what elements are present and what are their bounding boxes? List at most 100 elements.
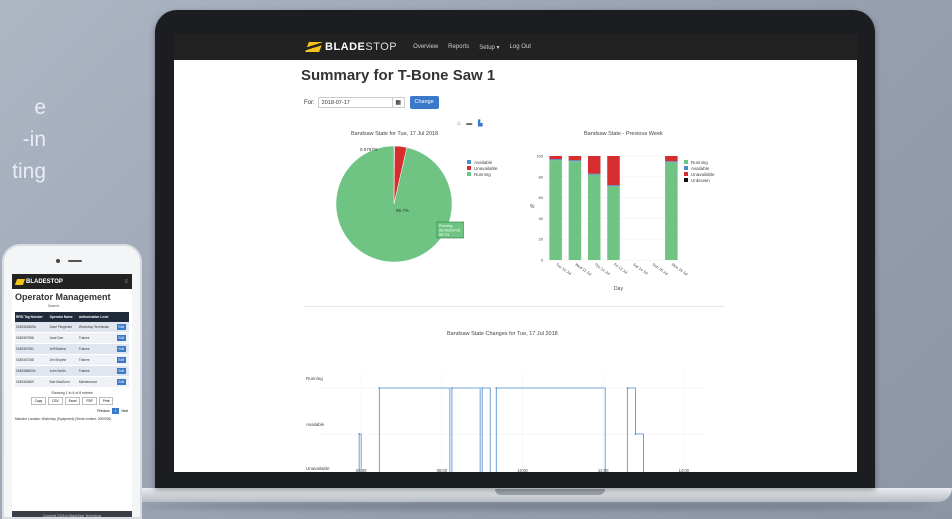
table-row: 0185367988 Jane Doe Trainee Edit [15, 332, 129, 344]
edit-button[interactable]: Edit [116, 335, 126, 341]
table-row: 0185361869 Burt MacEuen Maintenance Edit [15, 376, 129, 388]
table-cell: Edit [115, 376, 129, 388]
y-axis-label: % [530, 204, 535, 210]
bar-segment-running[interactable] [568, 161, 582, 260]
edit-button[interactable]: Edit [116, 357, 126, 363]
state-chart-title: Bandsaw State Changes for Tue, 17 Jul 20… [447, 331, 558, 337]
pie-slice-running[interactable] [335, 145, 453, 263]
bar-segment-running[interactable] [665, 162, 678, 260]
table-cell: Edit [115, 354, 129, 366]
table-cell: 0185367258 [15, 354, 49, 366]
swatch [467, 166, 471, 170]
column-header[interactable]: Authorization Level [77, 312, 116, 322]
hamburger-menu-icon[interactable]: ≡ [124, 279, 128, 285]
x-tick-label: Wed 11 Jul [574, 263, 592, 277]
state-point[interactable] [481, 387, 484, 389]
nav-setup[interactable]: Setup ▾ [479, 44, 499, 51]
calendar-icon[interactable]: ▦ [392, 97, 405, 108]
bar-segment-running[interactable] [587, 174, 601, 260]
change-button[interactable]: Change [409, 96, 439, 109]
phone-footer: Copyright 2018 by BladeStop Technology [12, 511, 132, 517]
table-cell: Trainee [77, 365, 116, 377]
table-cell: 01853656004 [15, 365, 49, 377]
home-icon[interactable]: ⌂ [457, 121, 461, 127]
table-cell: John Smith [48, 365, 78, 377]
phone-screen: BLADESTOP ≡ Operator Management Search: … [12, 274, 132, 517]
state-point[interactable] [378, 387, 381, 389]
bar-segment-available[interactable] [607, 185, 620, 187]
export-pdf-button[interactable]: PDF [82, 397, 97, 405]
column-header[interactable] [115, 312, 129, 322]
chart-icon[interactable]: ▙ [478, 121, 483, 127]
y-tick-label: 20 [539, 237, 544, 242]
bar-segment-available[interactable] [665, 161, 678, 163]
bar-segment-unavailable[interactable] [568, 156, 582, 161]
bar-segment-unavailable[interactable] [549, 156, 562, 160]
column-header[interactable]: Operator Name [48, 312, 78, 322]
nav-logout[interactable]: Log Out [510, 44, 531, 50]
legend-label: Running [474, 171, 491, 177]
export-copy-button[interactable]: Copy [30, 397, 47, 405]
state-change-chart: UnavailableAvailableRunning06:00 08:00 10:… [306, 372, 704, 472]
nav-overview[interactable]: Overview [413, 44, 438, 50]
bar-segment-unavailable[interactable] [665, 156, 678, 162]
date-input[interactable]: 2018-07-17 [317, 97, 393, 108]
bar-segment-unavailable[interactable] [607, 156, 620, 186]
bar-segment-running[interactable] [549, 160, 562, 260]
table-row: 0185367258 Jim Smythe Trainee Edit [15, 354, 129, 366]
table-cell: 0185361869 [15, 376, 49, 388]
edit-button[interactable]: Edit [116, 324, 126, 330]
y-tick-label: 80 [539, 174, 544, 179]
section-divider [304, 306, 724, 307]
bar-segment-available[interactable] [568, 160, 582, 162]
pie-tooltip-line: 95.7% [439, 233, 450, 237]
export-csv-button[interactable]: CSV [48, 397, 63, 405]
pager-next[interactable]: Next [121, 409, 128, 413]
camera-icon[interactable]: ▬ [466, 121, 472, 127]
bar-segment-running[interactable] [607, 186, 620, 260]
laptop-notch [495, 489, 605, 495]
pager-previous[interactable]: Previous [97, 409, 109, 413]
table-cell: Trainee [77, 332, 116, 344]
x-tick-label: Mon 16 Jul [671, 263, 689, 277]
date-picker-row: For: 2018-07-17 ▦ Change [304, 96, 439, 109]
state-point[interactable] [634, 433, 637, 435]
laptop-shadow [140, 502, 930, 510]
swatch [684, 166, 688, 170]
table-cell: 0185361869A [15, 322, 49, 333]
state-point[interactable] [626, 387, 629, 389]
bar-segment-unavailable[interactable] [587, 156, 601, 174]
legend-label: Available [691, 165, 710, 171]
table-cell: Jeff Bullens [48, 343, 78, 355]
state-point[interactable] [495, 387, 498, 389]
state-point[interactable] [358, 433, 361, 435]
tagline-line-1: e [34, 96, 46, 119]
edit-button[interactable]: Edit [116, 379, 126, 385]
chart-toolbar: ⌂ ▬ ▙ [457, 120, 487, 127]
pager-page-1[interactable]: 1 [111, 408, 120, 414]
machine-location: Machine Location: Workshop (Equipment) (… [15, 417, 112, 421]
brand-logo[interactable]: BLADESTOP [305, 41, 397, 53]
bar-chart: 0 20 40 60 80 100% Tue 10 Jul Wed 11 Jul Thu 12 … [530, 154, 689, 293]
edit-button[interactable]: Edit [116, 346, 126, 352]
y-category-label: Unavailable [306, 466, 330, 471]
table-cell: Trainee [77, 343, 116, 355]
column-header[interactable]: RFID Tag Number [15, 312, 49, 322]
table-cell: 0185367988 [15, 332, 49, 344]
y-tick-label: 60 [539, 195, 544, 200]
blade-logo-icon [305, 42, 323, 52]
export-excel-button[interactable]: Excel [64, 397, 81, 405]
legend-label: Available [474, 159, 493, 165]
bar-segment-available[interactable] [549, 159, 562, 161]
export-print-button[interactable]: Print [98, 397, 114, 405]
table-cell: Dave Fitzgerald [48, 322, 78, 333]
legend-label: Running [691, 159, 708, 165]
state-point[interactable] [451, 387, 453, 389]
pie-chart: 0.0767%95.7%Running95.4930371895.7% [335, 145, 464, 263]
x-tick-label: Fri 13 Jul [613, 263, 628, 275]
edit-button[interactable]: Edit [116, 368, 126, 374]
x-tick-label: Sat 14 Jul [632, 263, 648, 276]
nav-reports[interactable]: Reports [448, 44, 469, 50]
bar-segment-available[interactable] [587, 173, 601, 175]
pie-legend-running: Running [467, 171, 498, 177]
